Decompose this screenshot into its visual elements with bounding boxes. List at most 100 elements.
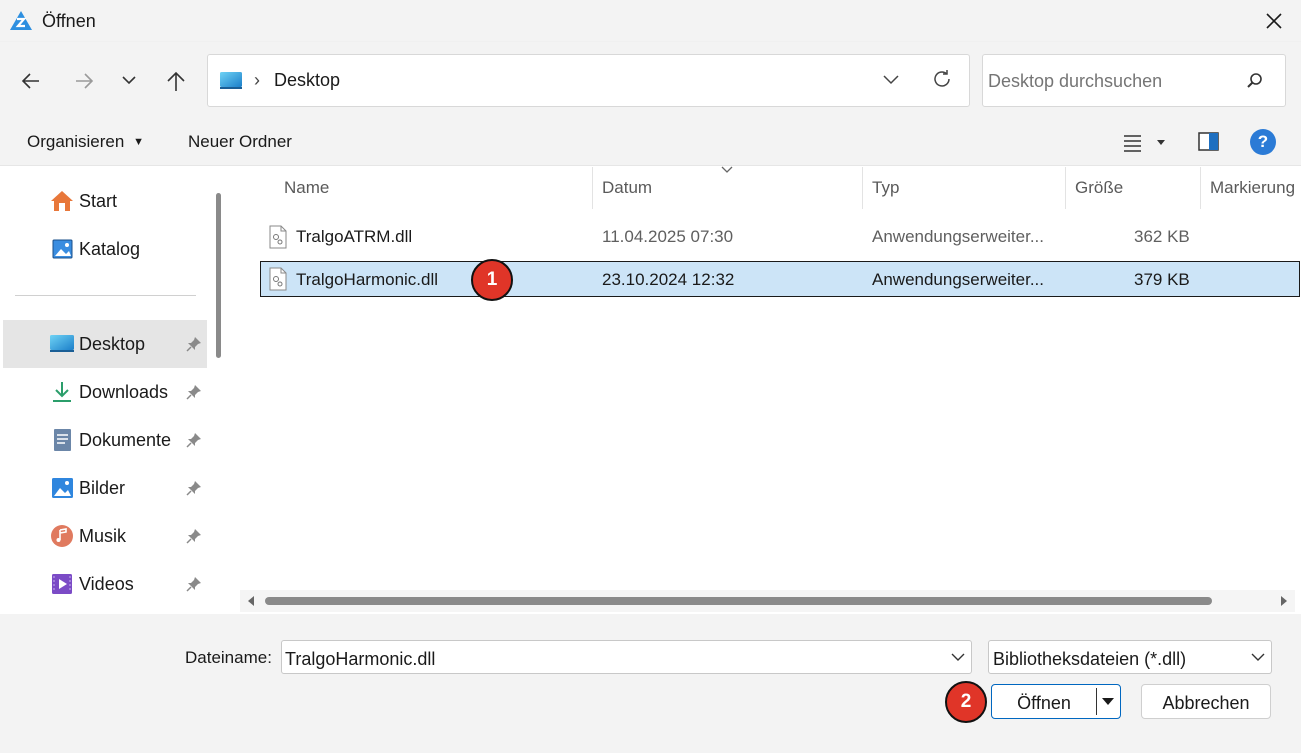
nav-item-musik[interactable]: Musik (3, 512, 207, 560)
filename-value: TralgoHarmonic.dll (285, 649, 436, 669)
filename-label: Dateiname: (185, 648, 272, 667)
help-icon: ? (1257, 132, 1269, 151)
chevron-down-icon (122, 76, 136, 85)
search-icon (1245, 71, 1265, 91)
column-separator[interactable] (1065, 167, 1066, 209)
nav-item-dokumente[interactable]: Dokumente (3, 416, 207, 464)
up-button[interactable] (164, 69, 188, 93)
column-separator[interactable] (862, 167, 863, 209)
arrow-left-icon (21, 73, 39, 89)
recent-locations-button[interactable] (120, 73, 138, 87)
nav-item-label: Bilder (79, 478, 126, 498)
preview-pane-icon (1198, 132, 1219, 151)
nav-item-label: Downloads (79, 382, 169, 402)
file-type: Anwendungserweiter... (872, 270, 1044, 289)
desktop-icon (49, 332, 75, 354)
pin-icon (186, 336, 202, 352)
search-input[interactable] (984, 60, 1234, 102)
pin-icon (186, 432, 202, 448)
file-size: 362 KB (1134, 227, 1190, 246)
table-row[interactable]: TralgoATRM.dll 11.04.2025 07:30 Anwendun… (260, 219, 1300, 255)
preview-pane-button[interactable] (1197, 131, 1221, 153)
file-name: TralgoHarmonic.dll (296, 270, 439, 289)
back-button[interactable] (20, 70, 42, 92)
forward-button[interactable] (73, 70, 95, 92)
split-divider (1096, 688, 1097, 715)
address-location[interactable]: Desktop (274, 70, 340, 91)
home-icon (49, 189, 75, 213)
organize-label: Organisieren (27, 132, 125, 151)
column-header-date[interactable]: Datum (602, 178, 652, 198)
nav-item-label: Desktop (79, 334, 146, 354)
annotation-badge-2: 2 (945, 681, 987, 723)
annotation-badge-1: 1 (471, 259, 513, 301)
video-icon (49, 572, 75, 596)
refresh-button[interactable] (931, 68, 953, 90)
filename-field[interactable]: TralgoHarmonic.dll (281, 640, 972, 674)
column-separator[interactable] (592, 167, 593, 209)
nav-divider (15, 295, 196, 296)
nav-scrollbar-thumb[interactable] (216, 193, 221, 358)
nav-item-label: Start (79, 191, 118, 211)
nav-item-katalog[interactable]: Katalog (3, 225, 207, 273)
horizontal-scrollbar-thumb[interactable] (265, 597, 1212, 605)
pin-icon (186, 528, 202, 544)
chevron-down-icon (1250, 651, 1266, 663)
nav-item-label: Videos (79, 574, 134, 594)
nav-item-videos[interactable]: Videos (3, 560, 207, 608)
arrow-up-icon (167, 71, 185, 91)
gallery-icon (49, 237, 75, 261)
address-history-button[interactable] (881, 73, 901, 87)
organize-button[interactable]: Organisieren ▼ (27, 132, 144, 152)
file-name: TralgoATRM.dll (296, 227, 413, 246)
dll-file-icon (268, 225, 288, 249)
column-header-name[interactable]: Name (284, 178, 329, 198)
nav-item-label: Dokumente (79, 430, 172, 450)
window-title: Öffnen (42, 11, 96, 31)
file-date: 11.04.2025 07:30 (602, 227, 734, 246)
file-size: 379 KB (1134, 270, 1190, 289)
close-button[interactable] (1262, 9, 1286, 33)
arrow-right-icon (76, 73, 94, 89)
help-button[interactable]: ? (1250, 129, 1276, 155)
pin-icon (186, 576, 202, 592)
scroll-right-icon[interactable] (1279, 595, 1289, 607)
address-separator: › (254, 70, 260, 90)
file-type: Anwendungserweiter... (872, 227, 1044, 246)
nav-item-label: Musik (79, 526, 127, 546)
nav-item-desktop[interactable]: Desktop (3, 320, 207, 368)
title-bar (0, 0, 1301, 42)
file-type-filter[interactable]: Bibliotheksdateien (*.dll) (988, 640, 1272, 674)
dll-file-icon (268, 267, 288, 291)
nav-item-start[interactable]: Start (3, 177, 207, 225)
nav-item-label: Katalog (79, 239, 141, 259)
download-icon (49, 380, 75, 404)
chevron-down-icon[interactable] (950, 651, 966, 663)
column-header-size[interactable]: Größe (1075, 178, 1123, 198)
column-separator[interactable] (1200, 167, 1201, 209)
pictures-icon (49, 476, 75, 500)
view-options-button[interactable] (1122, 132, 1170, 154)
cancel-button[interactable]: Abbrechen (1141, 684, 1271, 719)
nav-item-bilder[interactable]: Bilder (3, 464, 207, 512)
caret-down-icon[interactable] (1100, 697, 1116, 707)
list-view-icon (1124, 135, 1165, 152)
scroll-left-icon[interactable] (246, 595, 256, 607)
document-icon (49, 428, 75, 452)
app-logo-icon (9, 10, 33, 32)
open-button[interactable]: Öffnen (991, 684, 1121, 719)
pin-icon (186, 384, 202, 400)
music-icon (49, 524, 75, 548)
file-date: 23.10.2024 12:32 (602, 270, 735, 289)
nav-item-downloads[interactable]: Downloads (3, 368, 207, 416)
new-folder-button[interactable]: Neuer Ordner (188, 132, 292, 152)
file-type-filter-value: Bibliotheksdateien (*.dll) (993, 649, 1187, 669)
caret-down-icon: ▼ (133, 136, 144, 148)
close-icon (1266, 13, 1282, 29)
column-header-tags[interactable]: Markierung (1210, 178, 1301, 198)
table-row-selected[interactable]: TralgoHarmonic.dll 23.10.2024 12:32 Anwe… (260, 261, 1300, 297)
chevron-down-icon (883, 75, 899, 85)
sort-indicator-icon (720, 164, 734, 174)
open-button-label: Öffnen (1017, 693, 1071, 713)
column-header-type[interactable]: Typ (872, 178, 899, 198)
